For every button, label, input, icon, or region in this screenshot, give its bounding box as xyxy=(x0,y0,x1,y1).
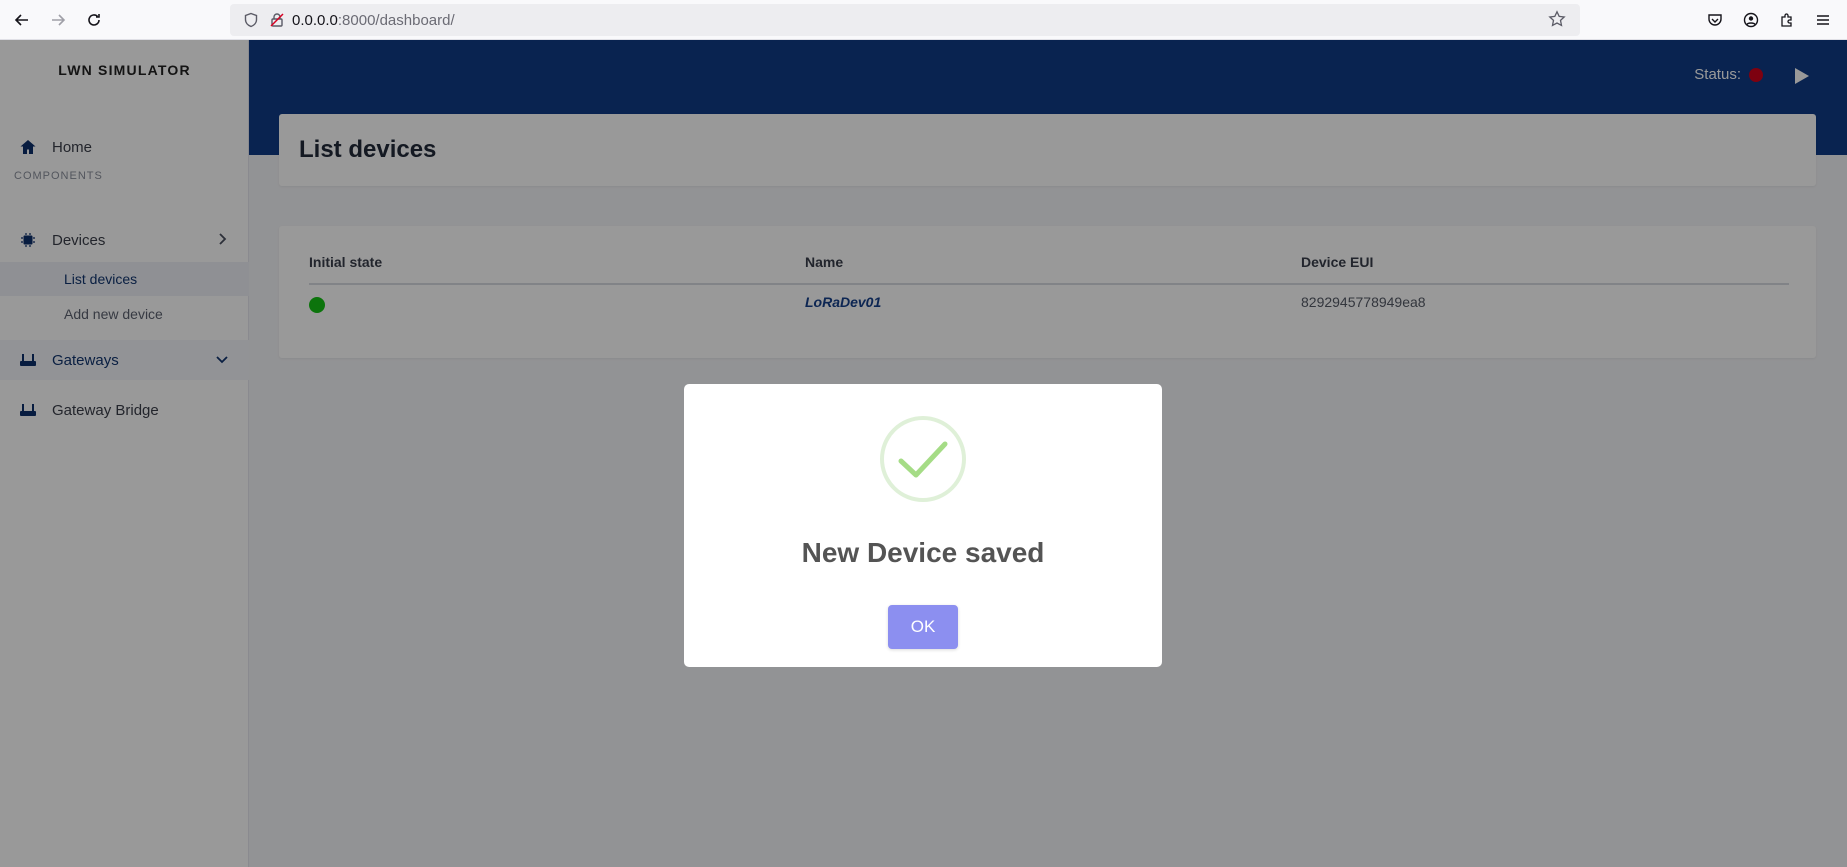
bookmark-star-icon[interactable] xyxy=(1548,10,1566,32)
url-path: :8000/dashboard/ xyxy=(337,11,455,29)
success-dialog: New Device saved OK xyxy=(684,384,1162,667)
dialog-title: New Device saved xyxy=(801,537,1045,568)
forward-icon[interactable] xyxy=(40,4,76,36)
success-check-icon xyxy=(880,416,966,502)
back-icon[interactable] xyxy=(4,4,40,36)
ok-button[interactable]: OK xyxy=(888,605,958,649)
shield-icon[interactable] xyxy=(240,12,262,28)
browser-toolbar: 0.0.0.0:8000/dashboard/ xyxy=(0,0,1847,40)
account-icon[interactable] xyxy=(1733,4,1769,36)
menu-icon[interactable] xyxy=(1805,4,1841,36)
extensions-icon[interactable] xyxy=(1769,4,1805,36)
pocket-icon[interactable] xyxy=(1697,4,1733,36)
url-bar[interactable]: 0.0.0.0:8000/dashboard/ xyxy=(230,4,1580,36)
insecure-lock-icon[interactable] xyxy=(266,12,288,28)
browser-tools xyxy=(1697,4,1841,36)
reload-icon[interactable] xyxy=(76,4,112,36)
url-host: 0.0.0.0 xyxy=(292,11,338,29)
